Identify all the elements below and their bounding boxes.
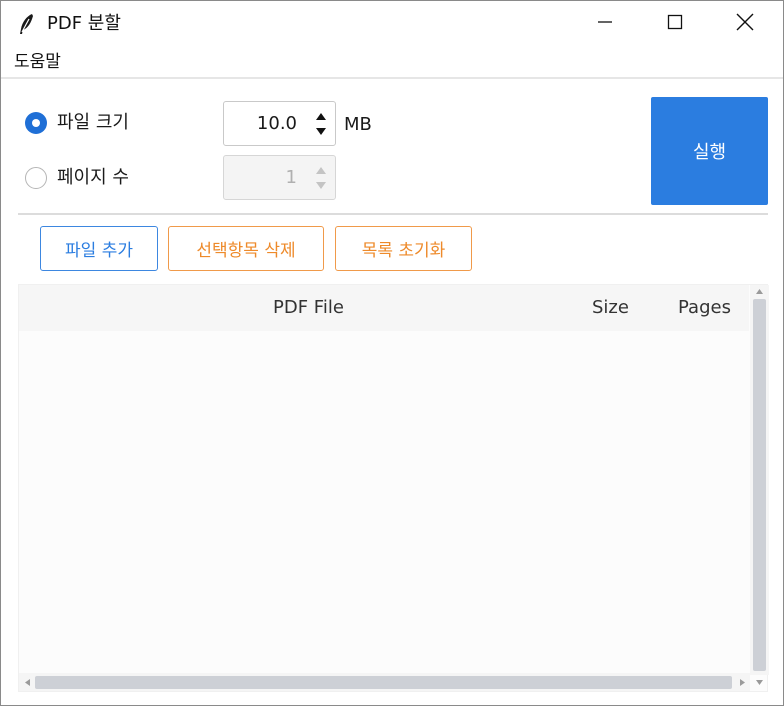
horizontal-scrollbar[interactable]: [19, 673, 750, 691]
maximize-button[interactable]: [640, 1, 710, 47]
page-count-value[interactable]: 1: [286, 166, 297, 190]
scroll-right-icon[interactable]: [736, 676, 748, 688]
add-files-button[interactable]: 파일 추가: [40, 226, 158, 271]
file-size-value[interactable]: 10.0: [257, 112, 297, 136]
scroll-down-icon[interactable]: [754, 675, 765, 689]
app-window: PDF 분할 도움말 파일 크기 10.0 MB 페이지 수 1 실행 파일 추…: [0, 0, 784, 706]
minimize-button[interactable]: [570, 1, 640, 47]
delete-selected-button[interactable]: 선택항목 삭제: [168, 226, 324, 271]
clear-list-button[interactable]: 목록 초기화: [335, 226, 472, 271]
scroll-up-icon[interactable]: [754, 286, 765, 297]
close-button[interactable]: [710, 1, 780, 47]
vertical-scrollbar[interactable]: [750, 285, 769, 675]
table-header: PDF File Size Pages: [19, 285, 749, 331]
menu-bar: 도움말: [1, 47, 783, 77]
spin-up-icon[interactable]: [313, 108, 329, 124]
horizontal-scroll-thumb[interactable]: [35, 676, 732, 689]
run-button[interactable]: 실행: [651, 97, 768, 205]
spin-up-icon[interactable]: [313, 162, 329, 178]
maximize-icon: [667, 14, 683, 34]
file-size-label: 파일 크기: [57, 112, 129, 133]
vertical-scroll-thumb[interactable]: [753, 299, 766, 671]
column-header-pdf-file[interactable]: PDF File: [273, 296, 344, 320]
page-count-label: 페이지 수: [57, 167, 129, 188]
run-button-label: 실행: [692, 142, 727, 163]
page-count-spinbox[interactable]: 1: [223, 155, 336, 200]
title-bar: PDF 분할: [1, 1, 783, 47]
column-header-size[interactable]: Size: [592, 296, 629, 320]
minimize-icon: [597, 14, 613, 34]
section-divider: [18, 213, 768, 215]
window-title: PDF 분할: [47, 13, 121, 34]
page-count-radio[interactable]: [25, 167, 47, 189]
close-icon: [736, 13, 754, 35]
feather-icon: [17, 13, 37, 35]
file-size-radio[interactable]: [25, 112, 47, 134]
menu-divider: [1, 77, 783, 79]
file-size-unit: MB: [344, 114, 372, 135]
column-header-pages[interactable]: Pages: [678, 296, 731, 320]
file-table[interactable]: PDF File Size Pages: [18, 284, 769, 692]
file-size-spinbox[interactable]: 10.0: [223, 101, 336, 146]
menu-help[interactable]: 도움말: [12, 50, 63, 74]
scroll-left-icon[interactable]: [21, 676, 33, 688]
spin-down-icon[interactable]: [313, 178, 329, 194]
spin-down-icon[interactable]: [313, 124, 329, 140]
